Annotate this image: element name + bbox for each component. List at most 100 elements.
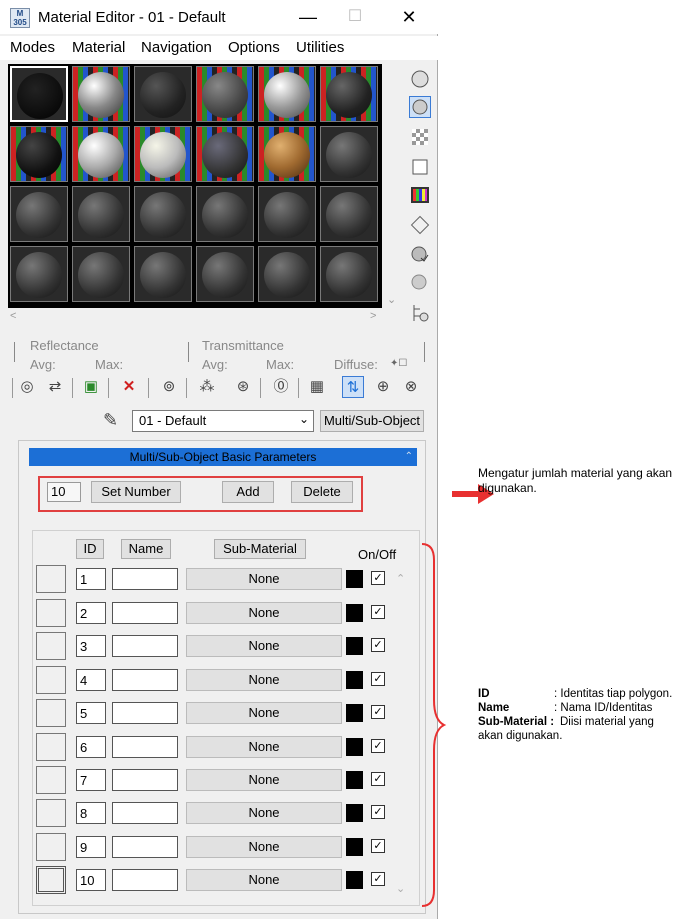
on-off-checkbox[interactable]: ✓ bbox=[371, 705, 385, 719]
material-swatch[interactable] bbox=[36, 599, 66, 627]
on-off-checkbox[interactable]: ✓ bbox=[371, 605, 385, 619]
material-swatch[interactable] bbox=[36, 833, 66, 861]
reset-map-icon[interactable]: ✕ bbox=[118, 376, 140, 398]
sample-slot[interactable] bbox=[72, 126, 130, 182]
show-shaded-material-icon[interactable]: ▦ bbox=[306, 376, 328, 398]
name-field[interactable] bbox=[112, 869, 178, 891]
sub-material-button[interactable]: None bbox=[186, 669, 342, 691]
name-field[interactable] bbox=[112, 602, 178, 624]
minimize-button[interactable]: — bbox=[296, 6, 320, 28]
material-map-navigator-icon[interactable] bbox=[409, 302, 431, 324]
id-field[interactable]: 5 bbox=[76, 702, 106, 724]
material-swatch[interactable] bbox=[36, 632, 66, 660]
name-field[interactable] bbox=[112, 802, 178, 824]
set-number-button[interactable]: Set Number bbox=[91, 481, 181, 503]
on-off-checkbox[interactable]: ✓ bbox=[371, 571, 385, 585]
color-swatch[interactable] bbox=[346, 570, 363, 588]
sample-slot[interactable] bbox=[72, 246, 130, 302]
color-swatch[interactable] bbox=[346, 704, 363, 722]
material-name-dropdown[interactable]: 01 - Default ⌄ bbox=[132, 410, 314, 432]
on-off-checkbox[interactable]: ✓ bbox=[371, 739, 385, 753]
show-end-result-icon[interactable]: ⇅ bbox=[342, 376, 364, 398]
sample-slot[interactable] bbox=[320, 186, 378, 242]
sample-slot[interactable] bbox=[134, 246, 192, 302]
sub-material-button[interactable]: None bbox=[186, 702, 342, 724]
sample-slot[interactable] bbox=[320, 66, 378, 122]
collapse-icon[interactable]: ⌃ bbox=[405, 448, 413, 466]
material-swatch[interactable] bbox=[36, 766, 66, 794]
color-swatch[interactable] bbox=[346, 804, 363, 822]
add-button[interactable]: Add bbox=[222, 481, 274, 503]
sample-slot[interactable] bbox=[134, 186, 192, 242]
copy-material-icon[interactable]: ⊚ bbox=[158, 376, 180, 398]
id-field[interactable]: 2 bbox=[76, 602, 106, 624]
material-swatch[interactable] bbox=[36, 733, 66, 761]
sample-slot[interactable] bbox=[134, 126, 192, 182]
sample-slot[interactable] bbox=[10, 186, 68, 242]
color-swatch[interactable] bbox=[346, 838, 363, 856]
material-options-icon[interactable] bbox=[409, 244, 431, 266]
id-field[interactable]: 3 bbox=[76, 635, 106, 657]
material-swatch[interactable] bbox=[36, 666, 66, 694]
background-checker-icon[interactable] bbox=[409, 126, 431, 148]
material-swatch[interactable] bbox=[36, 699, 66, 727]
go-to-parent-icon[interactable]: ⊕ bbox=[372, 376, 394, 398]
color-swatch[interactable] bbox=[346, 604, 363, 622]
slots-horizontal-scrollbar[interactable]: < > bbox=[8, 310, 382, 324]
sub-material-button[interactable]: None bbox=[186, 568, 342, 590]
maximize-button[interactable]: ☐ bbox=[343, 6, 367, 28]
menu-utilities[interactable]: Utilities bbox=[296, 39, 344, 56]
sample-slot[interactable] bbox=[258, 126, 316, 182]
on-off-checkbox[interactable]: ✓ bbox=[371, 772, 385, 786]
on-off-checkbox[interactable]: ✓ bbox=[371, 672, 385, 686]
name-field[interactable] bbox=[112, 702, 178, 724]
material-swatch[interactable] bbox=[36, 565, 66, 593]
uv-tiling-icon[interactable] bbox=[409, 156, 431, 178]
sub-material-button[interactable]: None bbox=[186, 869, 342, 891]
go-forward-sibling-icon[interactable]: ⊗ bbox=[400, 376, 422, 398]
sort-by-id-button[interactable]: ID bbox=[76, 539, 104, 559]
put-to-library-icon[interactable]: ⊛ bbox=[232, 376, 254, 398]
sample-slot[interactable] bbox=[196, 126, 254, 182]
name-field[interactable] bbox=[112, 836, 178, 858]
list-scroll-up-icon[interactable]: ⌃ bbox=[396, 572, 405, 585]
color-swatch[interactable] bbox=[346, 771, 363, 789]
on-off-checkbox[interactable]: ✓ bbox=[371, 638, 385, 652]
make-preview-icon[interactable] bbox=[409, 214, 431, 236]
sample-slot[interactable] bbox=[258, 246, 316, 302]
sample-slot[interactable] bbox=[196, 186, 254, 242]
sample-slot[interactable] bbox=[10, 246, 68, 302]
sample-slot[interactable] bbox=[320, 126, 378, 182]
material-swatch[interactable] bbox=[36, 799, 66, 827]
id-field[interactable]: 6 bbox=[76, 736, 106, 758]
video-color-check-icon[interactable] bbox=[409, 184, 431, 206]
id-field[interactable]: 1 bbox=[76, 568, 106, 590]
sub-material-button[interactable]: None bbox=[186, 635, 342, 657]
sample-slot[interactable] bbox=[320, 246, 378, 302]
color-swatch[interactable] bbox=[346, 671, 363, 689]
select-by-material-icon[interactable] bbox=[409, 272, 431, 294]
sample-slot[interactable] bbox=[196, 66, 254, 122]
id-field[interactable]: 8 bbox=[76, 802, 106, 824]
make-unique-icon[interactable]: ⁂ bbox=[196, 376, 218, 398]
sample-slot[interactable] bbox=[134, 66, 192, 122]
pick-material-eyedropper-icon[interactable]: ✎ bbox=[103, 410, 118, 431]
name-field[interactable] bbox=[112, 769, 178, 791]
sample-slot[interactable] bbox=[10, 126, 68, 182]
material-id-channel-icon[interactable]: ⓪ bbox=[270, 376, 292, 398]
diffuse-toggle-icon[interactable]: ✦☐ bbox=[390, 358, 407, 369]
rollout-header[interactable]: Multi/Sub-Object Basic Parameters ⌃ bbox=[29, 448, 417, 466]
sort-by-sub-material-button[interactable]: Sub-Material bbox=[214, 539, 306, 559]
sample-slot[interactable] bbox=[258, 66, 316, 122]
color-swatch[interactable] bbox=[346, 871, 363, 889]
on-off-checkbox[interactable]: ✓ bbox=[371, 872, 385, 886]
on-off-checkbox[interactable]: ✓ bbox=[371, 839, 385, 853]
put-to-scene-icon[interactable]: ⇄ bbox=[44, 376, 66, 398]
color-swatch[interactable] bbox=[346, 637, 363, 655]
delete-button[interactable]: Delete bbox=[291, 481, 353, 503]
id-field[interactable]: 10 bbox=[76, 869, 106, 891]
id-field[interactable]: 7 bbox=[76, 769, 106, 791]
scroll-right-icon[interactable]: > bbox=[370, 310, 376, 322]
on-off-checkbox[interactable]: ✓ bbox=[371, 805, 385, 819]
sample-type-icon[interactable] bbox=[409, 68, 431, 90]
